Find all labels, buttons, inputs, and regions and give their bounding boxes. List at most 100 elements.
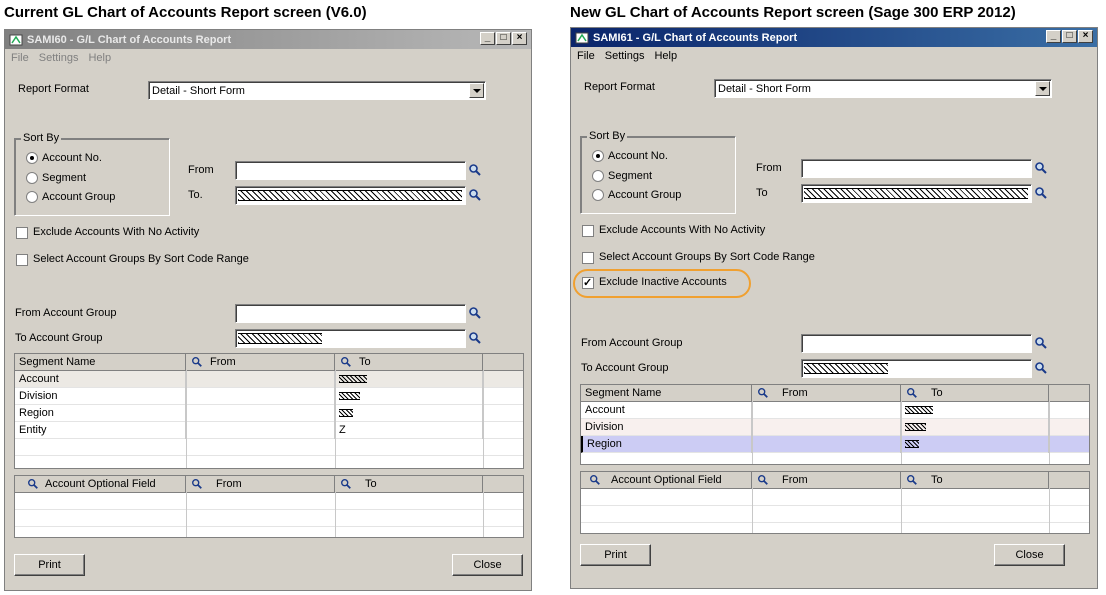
- radio-account-no[interactable]: [592, 150, 604, 162]
- radio-account-group[interactable]: [592, 189, 604, 201]
- segment-from-cell: [186, 371, 335, 388]
- table-row[interactable]: [15, 510, 523, 527]
- table-row[interactable]: [15, 493, 523, 510]
- to-account-field[interactable]: [801, 184, 1032, 203]
- close-button[interactable]: Close: [994, 544, 1065, 566]
- to-account-field[interactable]: [235, 186, 466, 205]
- from-account-group-field[interactable]: [235, 304, 466, 323]
- radio-account-no[interactable]: [26, 152, 38, 164]
- table-row[interactable]: Region: [15, 405, 523, 422]
- print-button[interactable]: Print: [14, 554, 85, 576]
- to-account-group-label: To Account Group: [15, 332, 103, 344]
- radio-segment[interactable]: [26, 172, 38, 184]
- sort-code-range-label: Select Account Groups By Sort Code Range: [599, 251, 815, 263]
- exclude-no-activity-checkbox[interactable]: [16, 227, 28, 239]
- chevron-down-icon[interactable]: [469, 83, 484, 98]
- radio-account-group[interactable]: [26, 191, 38, 203]
- optional-field-grid[interactable]: Account Optional Field From To: [14, 475, 524, 538]
- col-to[interactable]: To: [335, 354, 483, 370]
- search-icon[interactable]: [1034, 336, 1048, 350]
- menu-help[interactable]: Help: [88, 50, 111, 66]
- search-icon: [907, 388, 917, 398]
- col-segment-name[interactable]: Segment Name: [15, 354, 186, 370]
- search-icon[interactable]: [1034, 186, 1048, 200]
- col-account-optional-field[interactable]: Account Optional Field: [581, 472, 752, 488]
- exclude-no-activity-checkbox[interactable]: [582, 225, 594, 237]
- col-to[interactable]: To: [335, 476, 483, 492]
- exclude-no-activity-label: Exclude Accounts With No Activity: [599, 224, 766, 236]
- table-row[interactable]: Division: [581, 419, 1089, 436]
- to-account-value-zzz: [238, 190, 462, 201]
- window-title: SAMI61 - G/L Chart of Accounts Report: [593, 31, 798, 44]
- segment-to-cell: [335, 388, 483, 405]
- col-to[interactable]: To: [901, 472, 1049, 488]
- from-account-group-field[interactable]: [801, 334, 1032, 353]
- optional-grid-header: Account Optional Field From To: [15, 476, 523, 493]
- col-account-optional-field[interactable]: Account Optional Field: [15, 476, 186, 492]
- report-format-value: Detail - Short Form: [718, 83, 811, 95]
- chevron-down-icon[interactable]: [1035, 81, 1050, 96]
- sort-code-range-checkbox[interactable]: [582, 252, 594, 264]
- col-segment-name[interactable]: Segment Name: [581, 385, 752, 401]
- radio-segment[interactable]: [592, 170, 604, 182]
- table-row[interactable]: [15, 439, 523, 456]
- exclude-inactive-checkbox[interactable]: [582, 276, 594, 289]
- search-icon[interactable]: [468, 306, 482, 320]
- report-format-select[interactable]: Detail - Short Form: [148, 81, 486, 100]
- minimize-icon[interactable]: _: [1046, 30, 1061, 43]
- menu-settings[interactable]: Settings: [605, 48, 645, 64]
- table-row[interactable]: [581, 506, 1089, 523]
- menu-file[interactable]: File: [11, 50, 29, 66]
- segment-grid[interactable]: Segment Name From To Account Division Re…: [580, 384, 1090, 465]
- sort-code-range-checkbox[interactable]: [16, 254, 28, 266]
- col-to[interactable]: To: [901, 385, 1049, 401]
- menu-file[interactable]: File: [577, 48, 595, 64]
- table-row[interactable]: Account: [15, 371, 523, 388]
- search-icon: [758, 388, 768, 398]
- segment-from-cell: [752, 419, 901, 436]
- from-account-field[interactable]: [801, 159, 1032, 178]
- app-icon: [575, 32, 589, 44]
- from-account-field[interactable]: [235, 161, 466, 180]
- col-from[interactable]: From: [752, 385, 901, 401]
- to-account-group-field[interactable]: [235, 329, 466, 348]
- radio-account-no-label: Account No.: [42, 152, 102, 164]
- segment-to-cell: [335, 405, 483, 422]
- table-row[interactable]: Division: [15, 388, 523, 405]
- print-button[interactable]: Print: [580, 544, 651, 566]
- segment-grid-header: Segment Name From To: [581, 385, 1089, 402]
- maximize-icon[interactable]: □: [496, 32, 511, 45]
- search-icon[interactable]: [468, 163, 482, 177]
- search-icon[interactable]: [468, 188, 482, 202]
- col-from[interactable]: From: [186, 354, 335, 370]
- col-from[interactable]: From: [186, 476, 335, 492]
- search-icon: [758, 475, 768, 485]
- search-icon[interactable]: [1034, 161, 1048, 175]
- col-from[interactable]: From: [752, 472, 901, 488]
- search-icon[interactable]: [1034, 361, 1048, 375]
- maximize-icon[interactable]: □: [1062, 30, 1077, 43]
- table-row-selected[interactable]: Region: [581, 436, 1089, 453]
- search-icon: [28, 479, 38, 489]
- optional-field-grid[interactable]: Account Optional Field From To: [580, 471, 1090, 534]
- close-icon[interactable]: ×: [512, 32, 527, 45]
- segment-grid[interactable]: Segment Name From To Account Division Re…: [14, 353, 524, 469]
- table-row[interactable]: [581, 489, 1089, 506]
- table-row[interactable]: Entity Z: [15, 422, 523, 439]
- menubar: File Settings Help: [571, 48, 1097, 64]
- close-icon[interactable]: ×: [1078, 30, 1093, 43]
- to-account-group-value-zzz: [238, 333, 322, 344]
- from-account-group-label: From Account Group: [581, 337, 683, 349]
- sort-by-label: Sort By: [587, 130, 628, 142]
- to-account-group-field[interactable]: [801, 359, 1032, 378]
- menu-settings[interactable]: Settings: [39, 50, 79, 66]
- left-window: SAMI60 - G/L Chart of Accounts Report _ …: [4, 29, 532, 591]
- report-format-select[interactable]: Detail - Short Form: [714, 79, 1052, 98]
- table-row[interactable]: Account: [581, 402, 1089, 419]
- report-format-label: Report Format: [584, 81, 655, 93]
- search-icon[interactable]: [468, 331, 482, 345]
- menu-help[interactable]: Help: [654, 48, 677, 64]
- search-icon: [192, 357, 202, 367]
- close-button[interactable]: Close: [452, 554, 523, 576]
- minimize-icon[interactable]: _: [480, 32, 495, 45]
